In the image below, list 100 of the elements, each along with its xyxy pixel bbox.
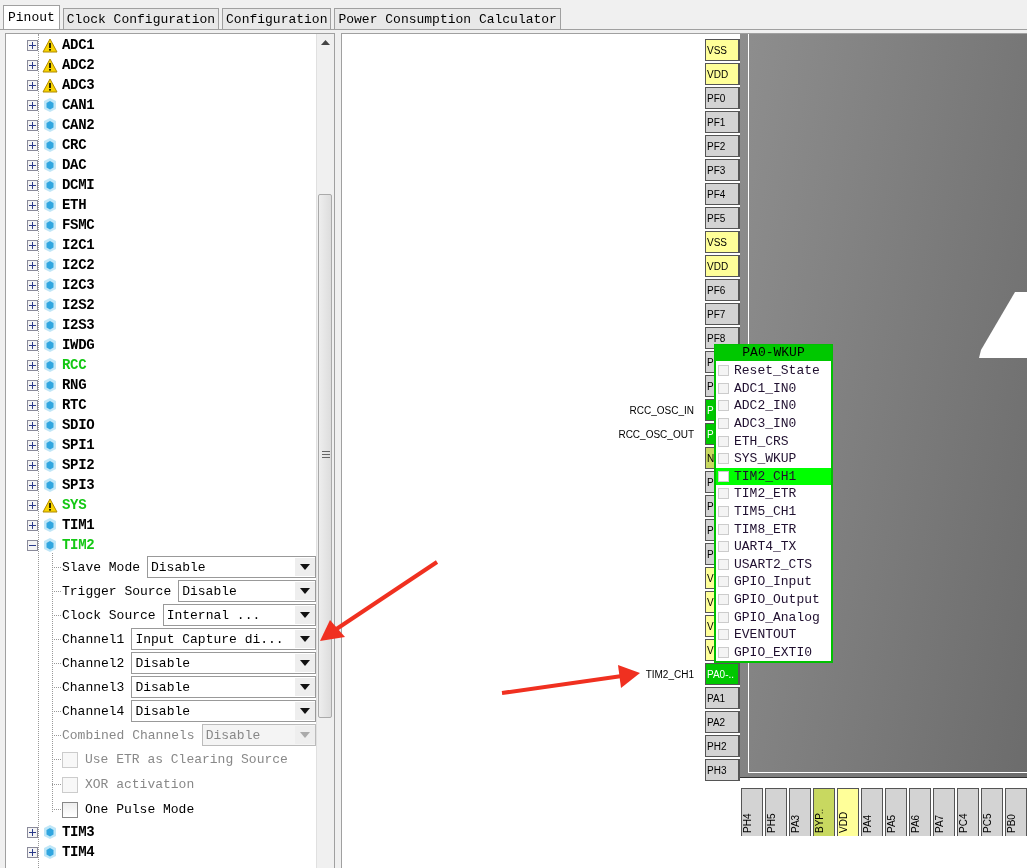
menu-item[interactable]: ETH_CRS xyxy=(716,432,831,450)
tree-item[interactable]: I2S2 xyxy=(62,297,95,313)
tree-item[interactable]: IWDG xyxy=(62,337,95,353)
tree-item[interactable]: I2C1 xyxy=(62,237,95,253)
menu-item[interactable]: GPIO_Analog xyxy=(716,608,831,626)
tab[interactable]: Power Consumption Calculator xyxy=(334,8,561,29)
pin[interactable]: PA5 xyxy=(885,788,907,836)
pin[interactable]: PF5 xyxy=(705,207,740,229)
tab[interactable]: Clock Configuration xyxy=(62,8,220,29)
pin[interactable]: PF2 xyxy=(705,135,740,157)
checkbox[interactable] xyxy=(718,629,729,641)
expand-icon[interactable] xyxy=(27,199,38,211)
pin[interactable]: PA7 xyxy=(933,788,955,836)
pin[interactable]: PC5 xyxy=(981,788,1003,836)
pin[interactable]: PA1 xyxy=(705,687,740,709)
scroll-up-icon[interactable] xyxy=(321,40,330,45)
tab[interactable]: Configuration xyxy=(222,8,332,29)
checkbox[interactable] xyxy=(718,506,729,518)
checkbox[interactable] xyxy=(718,611,729,623)
expand-icon[interactable] xyxy=(27,259,38,271)
pin[interactable]: VSS xyxy=(705,231,740,253)
menu-item[interactable]: USART2_CTS xyxy=(716,555,831,574)
checkbox[interactable] xyxy=(718,382,729,394)
tab[interactable]: Pinout xyxy=(3,5,60,29)
tree-item[interactable]: TIM4 xyxy=(62,844,95,860)
dropdown[interactable]: Disable xyxy=(131,676,316,698)
dropdown[interactable]: Disable xyxy=(147,556,316,578)
dropdown[interactable]: Disable xyxy=(131,700,316,722)
pin[interactable]: PB0 xyxy=(1005,788,1027,836)
pin[interactable]: PH4 xyxy=(741,788,763,836)
expand-icon[interactable] xyxy=(27,319,38,331)
checkbox[interactable] xyxy=(718,523,729,535)
pin[interactable]: VDD xyxy=(837,788,859,836)
pin[interactable]: PH5 xyxy=(765,788,787,836)
dropdown[interactable]: Disable xyxy=(131,652,316,674)
pin[interactable]: PH3 xyxy=(705,759,740,781)
expand-icon[interactable] xyxy=(27,179,38,191)
tree-item[interactable]: I2S3 xyxy=(62,317,95,333)
pin[interactable]: PF4 xyxy=(705,183,740,205)
tree-item[interactable]: I2C3 xyxy=(62,277,95,293)
scrollbar-thumb[interactable] xyxy=(318,194,332,718)
expand-icon[interactable] xyxy=(27,239,38,251)
expand-icon[interactable] xyxy=(27,99,38,111)
expand-icon[interactable] xyxy=(27,339,38,351)
checkbox[interactable] xyxy=(718,576,729,588)
tree-item[interactable]: RNG xyxy=(62,377,87,393)
expand-icon[interactable] xyxy=(27,459,38,471)
expand-icon[interactable] xyxy=(27,826,38,838)
menu-item[interactable]: GPIO_EXTI0 xyxy=(716,643,831,662)
tree-item[interactable]: TIM1 xyxy=(62,517,95,533)
menu-item[interactable]: TIM2_CH1 xyxy=(716,467,831,486)
menu-item[interactable]: TIM8_ETR xyxy=(716,520,831,538)
pin[interactable]: PC4 xyxy=(957,788,979,836)
checkbox[interactable] xyxy=(718,541,729,553)
pin[interactable]: PF3 xyxy=(705,159,740,181)
expand-icon[interactable] xyxy=(27,39,38,51)
menu-item[interactable]: GPIO_Output xyxy=(716,590,831,609)
pin[interactable]: VDD xyxy=(705,63,740,85)
expand-icon[interactable] xyxy=(27,159,38,171)
tree-item[interactable]: ADC3 xyxy=(62,77,95,93)
checkbox[interactable] xyxy=(718,488,729,500)
dropdown[interactable]: Input Capture di... xyxy=(131,628,316,650)
expand-icon[interactable] xyxy=(27,59,38,71)
pin[interactable]: PF6 xyxy=(705,279,740,301)
checkbox[interactable] xyxy=(718,558,729,570)
tree-item[interactable]: RTC xyxy=(62,397,87,413)
menu-item[interactable]: ADC1_IN0 xyxy=(716,379,831,398)
menu-item[interactable]: EVENTOUT xyxy=(716,625,831,644)
menu-item[interactable]: GPIO_Input xyxy=(716,573,831,591)
menu-item[interactable]: SYS_WKUP xyxy=(716,449,831,468)
expand-icon[interactable] xyxy=(27,139,38,151)
tree-item[interactable]: FSMC xyxy=(62,217,95,233)
menu-item[interactable]: TIM5_CH1 xyxy=(716,502,831,521)
tree-item[interactable]: I2C2 xyxy=(62,257,95,273)
checkbox[interactable] xyxy=(718,418,729,430)
expand-icon[interactable] xyxy=(27,499,38,511)
expand-icon[interactable] xyxy=(27,379,38,391)
expand-icon[interactable] xyxy=(27,439,38,451)
tree-item[interactable]: ETH xyxy=(62,197,87,213)
pin[interactable]: PA2 xyxy=(705,711,740,733)
tree-item[interactable]: SPI2 xyxy=(62,457,95,473)
expand-icon[interactable] xyxy=(27,299,38,311)
menu-item[interactable]: UART4_TX xyxy=(716,537,831,556)
tree-item[interactable]: CAN1 xyxy=(62,97,95,113)
menu-item[interactable]: Reset_State xyxy=(716,362,831,380)
tree-item[interactable]: SDIO xyxy=(62,417,95,433)
pin[interactable]: PF0 xyxy=(705,87,740,109)
checkbox[interactable] xyxy=(718,400,729,412)
pin[interactable]: BYP.. xyxy=(813,788,835,836)
collapse-icon[interactable] xyxy=(27,539,38,551)
checkbox[interactable] xyxy=(718,365,729,377)
pin[interactable]: PH2 xyxy=(705,735,740,757)
pin[interactable]: PA4 xyxy=(861,788,883,836)
dropdown[interactable]: Internal ... xyxy=(162,604,316,626)
expand-icon[interactable] xyxy=(27,399,38,411)
checkbox[interactable] xyxy=(718,435,729,447)
expand-icon[interactable] xyxy=(27,119,38,131)
tree-item[interactable]: DCMI xyxy=(62,177,95,193)
tree-item[interactable]: CRC xyxy=(62,137,87,153)
menu-item[interactable]: ADC2_IN0 xyxy=(716,397,831,415)
